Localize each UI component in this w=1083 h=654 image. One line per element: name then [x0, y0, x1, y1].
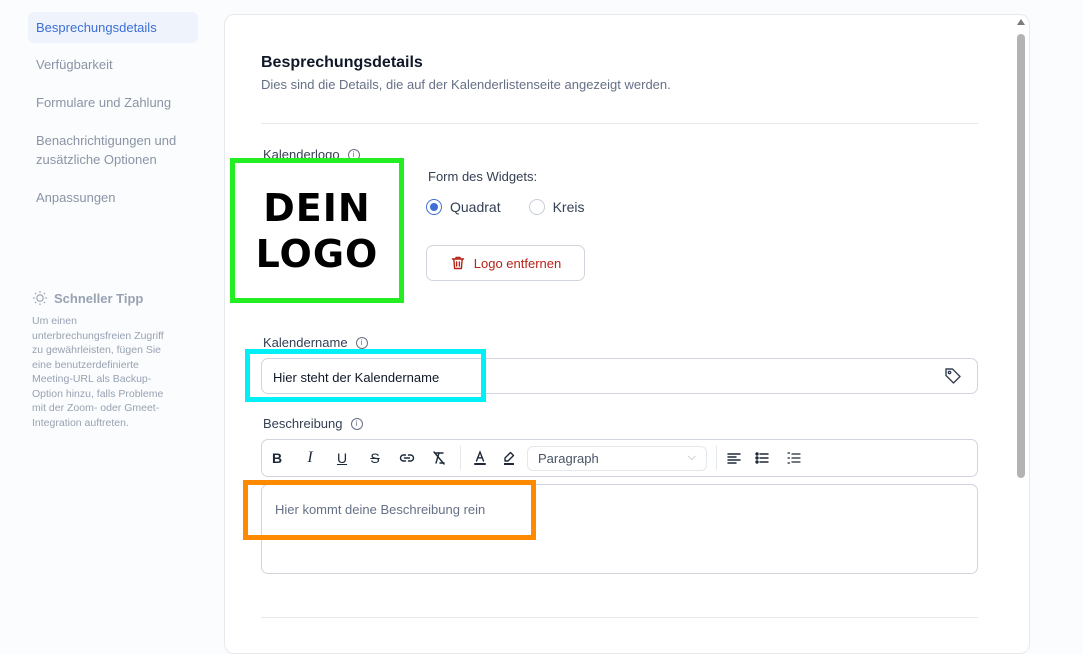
sidebar-item-verfuegbarkeit[interactable]: Verfügbarkeit [28, 48, 198, 81]
sidebar-nav: Besprechungsdetails Verfügbarkeit Formul… [28, 12, 198, 214]
description-label-text: Beschreibung [263, 416, 343, 431]
page-title: Besprechungsdetails [261, 54, 423, 71]
calendar-logo-image[interactable]: DEIN LOGO [230, 158, 404, 303]
chevron-down-icon: ⌵ [687, 451, 696, 463]
clear-format-icon[interactable] [430, 449, 448, 467]
radio-quadrat-label[interactable]: Quadrat [450, 199, 501, 215]
name-label: Kalendername i [263, 335, 368, 350]
quick-tip: Schneller Tipp Um einen unterbrechungsfr… [32, 290, 172, 430]
info-icon[interactable]: i [355, 336, 368, 349]
text-color-icon[interactable] [471, 449, 489, 467]
quick-tip-title: Schneller Tipp [54, 290, 144, 306]
bold-icon[interactable]: B [268, 449, 286, 467]
quick-tip-header: Schneller Tipp [32, 290, 172, 306]
page-subtitle: Dies sind die Details, die auf der Kalen… [261, 77, 671, 92]
numbered-list-icon[interactable] [785, 449, 803, 467]
highlight-frame-name [245, 349, 486, 402]
paragraph-format-value: Paragraph [538, 451, 599, 466]
section-divider [261, 123, 978, 124]
highlight-icon[interactable] [500, 449, 518, 467]
italic-icon[interactable]: I [301, 449, 319, 467]
underline-icon[interactable]: U [333, 449, 351, 467]
widget-shape-label: Form des Widgets: [428, 169, 538, 184]
info-icon[interactable]: i [350, 417, 363, 430]
scrollbar-thumb[interactable] [1017, 34, 1025, 478]
radio-kreis[interactable] [528, 199, 545, 215]
align-left-icon[interactable] [725, 449, 743, 467]
lightbulb-icon [33, 291, 47, 305]
radio-quadrat[interactable] [426, 199, 442, 215]
bullet-list-icon[interactable] [753, 449, 771, 467]
remove-logo-label: Logo entfernen [473, 255, 562, 271]
toolbar-separator [716, 446, 717, 470]
paragraph-format-select[interactable]: Paragraph ⌵ [527, 446, 707, 471]
highlight-frame-description [243, 480, 536, 540]
quick-tip-text: Um einen unterbrechungsfreien Zugriff zu… [32, 315, 164, 429]
strikethrough-icon[interactable]: S [366, 449, 384, 467]
description-label: Beschreibung i [263, 416, 363, 431]
toolbar-separator [460, 446, 461, 470]
name-label-text: Kalendername [263, 335, 348, 350]
remove-logo-button[interactable]: Logo entfernen [426, 245, 585, 281]
radio-kreis-label[interactable]: Kreis [553, 199, 585, 215]
scroll-up-icon[interactable] [1017, 19, 1025, 25]
sidebar-item-besprechungsdetails[interactable]: Besprechungsdetails [28, 12, 198, 43]
logo-text-line1: DEIN [263, 185, 371, 230]
sidebar-item-benachrichtigungen[interactable]: Benachrichtigungen und zusätzliche Optio… [28, 124, 198, 176]
section-divider [261, 617, 978, 618]
logo-text-line2: LOGO [255, 231, 379, 276]
trash-icon [451, 256, 464, 270]
link-icon[interactable] [398, 449, 416, 467]
sidebar-item-formulare[interactable]: Formulare und Zahlung [28, 86, 198, 119]
widget-shape-options: Quadrat Kreis [426, 199, 585, 215]
tag-icon[interactable] [944, 367, 962, 385]
sidebar-item-anpassungen[interactable]: Anpassungen [28, 181, 198, 214]
